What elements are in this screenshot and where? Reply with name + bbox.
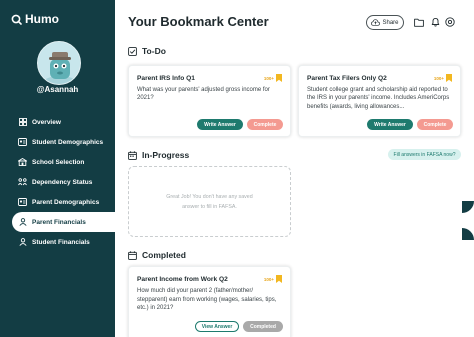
complete-button[interactable]: Complete [247,119,283,130]
id-card-icon [18,198,27,207]
username: @Asannah [36,85,79,94]
settings-icon[interactable] [444,16,456,28]
id-card-icon [18,138,27,147]
card-title: Parent Income from Work Q2 [137,276,228,283]
person-icon [18,218,27,227]
sidebar-item-label: Parent Demographics [32,198,100,206]
todo-heading: To-Do [128,46,166,56]
card-question: Student college grant and scholarship ai… [307,87,450,110]
logo-icon [11,14,22,25]
share-button[interactable]: Share [366,15,404,30]
sidebar-nav: Overview Student Demographics School Sel… [0,112,115,252]
sidebar-item-label: Student Demographics [32,138,104,146]
bookmark-count: 100+ [263,75,274,81]
person-icon [18,238,27,247]
checkbox-icon [128,46,137,56]
sidebar-item-label: Dependency Status [32,178,93,186]
sidebar-item-parent-financials[interactable]: Parent Financials [12,212,115,232]
bookmark-icon[interactable] [276,275,282,283]
page-title: Your Bookmark Center [128,14,269,29]
avatar-illustration [38,42,80,84]
bookmark-icon[interactable] [276,74,282,82]
folder-icon[interactable] [413,16,425,28]
bookmark-icon[interactable] [446,74,452,82]
completed-heading: Completed [128,250,186,260]
sidebar-item-label: Student Financials [32,238,90,246]
share-label: Share [382,19,399,26]
active-tab-curve-top [462,201,474,213]
card-title: Parent IRS Info Q1 [137,75,195,82]
completed-card-1[interactable]: Parent Income from Work Q2 100+ How much… [128,266,291,337]
grid-icon [18,118,27,127]
bookmark-badge: 100+ [264,74,282,82]
write-answer-button[interactable]: Write Answer [197,119,243,130]
sidebar-item-student-financials[interactable]: Student Financials [0,232,115,252]
active-tab-curve-bottom [462,228,474,240]
card-title: Parent Tax Filers Only Q2 [307,75,387,82]
bookmark-count: 100+ [433,75,444,81]
sidebar-item-student-demographics[interactable]: Student Demographics [0,132,115,152]
empty-state-text: Great Job! You don't have any saved answ… [166,193,253,210]
sidebar-item-label: Parent Financials [32,218,86,226]
sidebar: Humo @Asannah Overview Student Demograph… [0,0,115,337]
cloud-upload-icon [371,19,381,26]
sidebar-item-parent-demographics[interactable]: Parent Demographics [0,192,115,212]
todo-heading-label: To-Do [142,46,166,56]
people-link-icon [18,178,27,187]
sidebar-item-label: School Selection [32,158,85,166]
bookmark-badge: 100+ [264,275,282,283]
sidebar-item-dependency-status[interactable]: Dependency Status [0,172,115,192]
in-progress-heading-label: In-Progress [142,150,190,160]
bookmark-count: 100+ [263,276,274,282]
calendar-icon [128,250,137,260]
app-logo[interactable]: Humo [11,12,59,26]
todo-card-2[interactable]: Parent Tax Filers Only Q2 100+ Student c… [298,65,461,137]
bookmark-badge: 100+ [434,74,452,82]
card-question: How much did your parent 2 (father/mothe… [137,288,277,312]
empty-state: Great Job! You don't have any saved answ… [128,166,291,237]
completed-button[interactable]: Completed [243,321,283,332]
card-question: What was your parents' adjusted gross in… [137,87,270,102]
complete-button[interactable]: Complete [417,119,453,130]
sidebar-item-overview[interactable]: Overview [0,112,115,132]
sidebar-item-school-selection[interactable]: School Selection [0,152,115,172]
logo-text: Humo [25,12,59,26]
write-answer-button[interactable]: Write Answer [367,119,413,130]
sidebar-item-label: Overview [32,118,61,126]
view-answer-button[interactable]: View Answer [195,321,239,332]
fill-fafsa-button[interactable]: Fill answers in FAFSA now? [388,149,461,160]
calendar-icon [128,150,137,160]
bell-icon[interactable] [429,16,441,28]
todo-card-1[interactable]: Parent IRS Info Q1 100+ What was your pa… [128,65,291,137]
completed-heading-label: Completed [142,250,186,260]
in-progress-heading: In-Progress [128,150,189,160]
school-icon [18,158,27,167]
avatar[interactable] [37,41,81,85]
